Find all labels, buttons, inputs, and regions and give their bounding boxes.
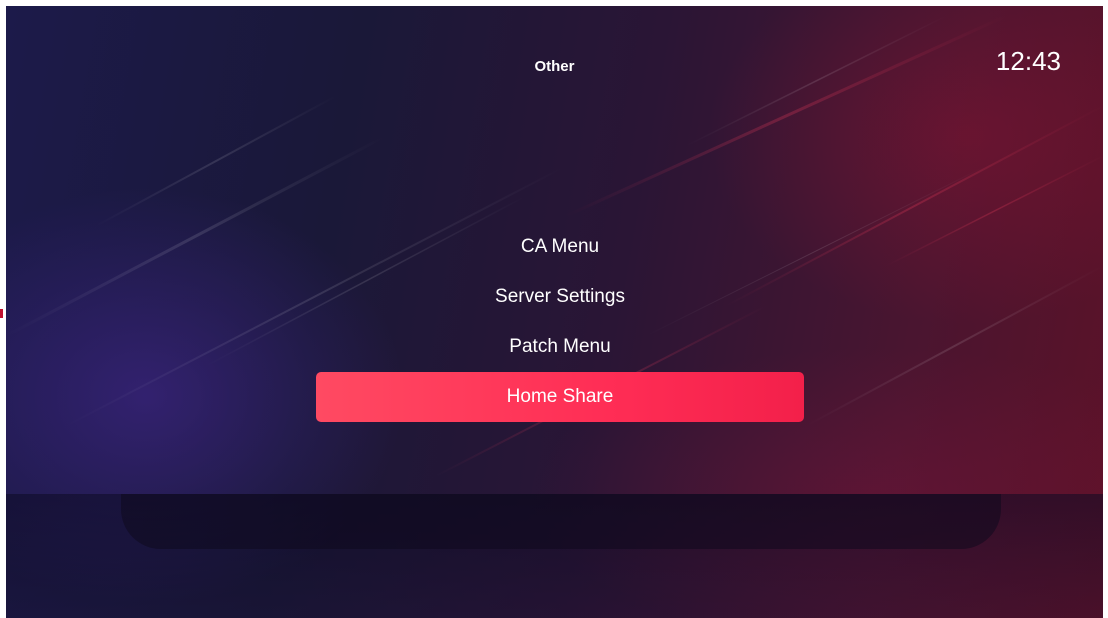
clock: 12:43 [995, 46, 1061, 76]
screen: Other 12:43 CA Menu Server Settings Patc… [6, 6, 1103, 618]
edge-marker [0, 309, 3, 318]
bottom-card [121, 494, 1001, 549]
menu-item-patch-menu[interactable]: Patch Menu [316, 322, 804, 372]
menu-item-home-share[interactable]: Home Share [316, 372, 804, 422]
menu-item-ca-menu[interactable]: CA Menu [316, 222, 804, 272]
settings-menu: CA Menu Server Settings Patch Menu Home … [316, 222, 804, 422]
menu-item-server-settings[interactable]: Server Settings [316, 272, 804, 322]
page-title: Other [534, 58, 575, 75]
